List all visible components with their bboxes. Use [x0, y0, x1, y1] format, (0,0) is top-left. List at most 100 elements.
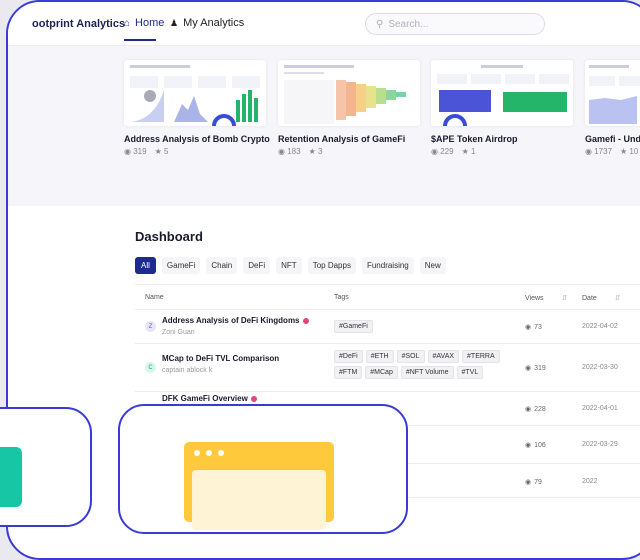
tab-nft[interactable]: NFT [276, 257, 302, 274]
user-icon: ♟ [170, 17, 179, 28]
tag[interactable]: #NFT Volume [400, 366, 454, 379]
row-date: 2022-03-30 [582, 364, 618, 371]
featured-section: Address Analysis of Bomb Crypto ◉ 319 ★ … [8, 46, 640, 206]
eye-icon: ◉ [124, 147, 131, 156]
star-icon: ★ [620, 147, 628, 156]
row-title[interactable]: Address Analysis of DeFi Kingdoms [162, 316, 309, 325]
dashboard-title: Dashboard [135, 229, 203, 244]
card-meta: ◉ 183 ★ 3 [278, 147, 420, 156]
row-title[interactable]: MCap to DeFi TVL Comparison [162, 354, 279, 363]
table-row[interactable]: C MCap to DeFi TVL Comparison captain ab… [135, 344, 640, 392]
card-meta: ◉ 229 ★ 1 [431, 147, 573, 156]
search-icon: ⚲ [376, 18, 384, 30]
category-tabs: All GameFi Chain DeFi NFT Top Dapps Fund… [135, 257, 446, 274]
featured-card[interactable]: Address Analysis of Bomb Crypto ◉ 319 ★ … [124, 60, 270, 156]
table-row[interactable]: Z Address Analysis of DeFi Kingdoms Zoni… [135, 310, 640, 344]
tag[interactable]: #SOL [396, 350, 425, 363]
tag[interactable]: #ETH [365, 350, 394, 363]
tab-fundraising[interactable]: Fundraising [361, 257, 414, 274]
tag[interactable]: #TERRA [462, 350, 500, 363]
card-thumbnail [278, 60, 420, 126]
nav-home-label: Home [135, 17, 165, 29]
stars-count: ★ 3 [308, 147, 323, 156]
featured-card[interactable]: $APE Token Airdrop ◉ 229 ★ 1 [431, 60, 573, 156]
row-tags: #GameFi [334, 320, 504, 333]
row-views: ◉ 79 [525, 478, 542, 487]
window-dot [206, 450, 212, 456]
row-views: ◉ 106 [525, 441, 546, 450]
tab-defi[interactable]: DeFi [243, 257, 271, 274]
eye-icon: ◉ [525, 406, 532, 413]
card-title: $APE Token Airdrop [431, 134, 518, 144]
overlay-card-illustration [118, 404, 408, 534]
row-date: 2022-04-02 [582, 323, 618, 330]
tag[interactable]: #DeFi [334, 350, 363, 363]
card-thumbnail [585, 60, 640, 126]
sort-icon: ⇵ [614, 295, 621, 302]
sort-icon: ⇵ [561, 295, 568, 302]
window-body [192, 470, 326, 530]
eye-icon: ◉ [278, 147, 285, 156]
stars-count: ★ 1 [461, 147, 476, 156]
column-name[interactable]: Name [145, 294, 164, 301]
row-views: ◉ 228 [525, 405, 546, 414]
eye-icon: ◉ [525, 479, 532, 486]
eye-icon: ◉ [525, 365, 532, 372]
overlay-card-left [0, 407, 92, 527]
tag[interactable]: #FTM [334, 366, 363, 379]
row-title[interactable]: DFK GameFi Overview [162, 394, 257, 403]
column-views[interactable]: Views ⇵ [525, 294, 567, 302]
row-date: 2022 [582, 478, 598, 485]
brand-logo[interactable]: ootprint Analytics [32, 18, 125, 30]
row-views: ◉ 319 [525, 364, 546, 373]
eye-icon: ◉ [525, 442, 532, 449]
row-date: 2022-03-29 [582, 441, 618, 448]
views-count: ◉ 1737 [585, 147, 613, 156]
nav-home[interactable]: ⌂ Home [124, 17, 164, 29]
tab-new[interactable]: New [419, 257, 446, 274]
tab-chain[interactable]: Chain [206, 257, 238, 274]
tag[interactable]: #MCap [365, 366, 398, 379]
tab-gamefi[interactable]: GameFi [161, 257, 201, 274]
nav-my-analytics[interactable]: ♟ My Analytics [170, 17, 244, 29]
thumbnail-graphic [130, 65, 260, 126]
top-navigation: ootprint Analytics ⌂ Home ♟ My Analytics… [8, 2, 640, 46]
row-views: ◉ 73 [525, 323, 542, 332]
row-author[interactable]: captain ablock k [162, 367, 212, 374]
home-icon: ⌂ [124, 17, 131, 29]
table-header: Name Tags Views ⇵ Date ⇵ [135, 284, 640, 310]
card-title: Address Analysis of Bomb Crypto [124, 134, 270, 144]
window-dot [218, 450, 224, 456]
card-title: Retention Analysis of GameFi [278, 134, 406, 144]
featured-card[interactable]: Gamefi - Under ◉ 1737 ★ 10 [585, 60, 640, 156]
views-count: ◉ 229 [431, 147, 454, 156]
stars-count: ★ 5 [154, 147, 169, 156]
card-thumbnail [124, 60, 266, 126]
tag[interactable]: #GameFi [334, 320, 373, 333]
featured-card[interactable]: Retention Analysis of GameFi ◉ 183 ★ 3 [278, 60, 420, 156]
card-meta: ◉ 1737 ★ 10 [585, 147, 640, 156]
tag[interactable]: #TVL [456, 366, 484, 379]
eye-icon: ◉ [585, 147, 592, 156]
badge-icon [302, 317, 309, 324]
tab-all[interactable]: All [135, 257, 156, 274]
nav-my-analytics-label: My Analytics [183, 17, 245, 29]
row-date: 2022-04-01 [582, 405, 618, 412]
views-count: ◉ 319 [124, 147, 147, 156]
card-thumbnail [431, 60, 573, 126]
avatar: Z [145, 321, 156, 332]
window-dot [194, 450, 200, 456]
column-date[interactable]: Date ⇵ [582, 294, 621, 302]
thumbnail-graphic [589, 65, 640, 124]
star-icon: ★ [461, 147, 469, 156]
views-count: ◉ 183 [278, 147, 301, 156]
tab-top-dapps[interactable]: Top Dapps [307, 257, 356, 274]
search-input[interactable]: ⚲ Search... [365, 13, 545, 35]
card-title: Gamefi - Under [585, 134, 640, 144]
row-author[interactable]: Zoni Guan [162, 329, 195, 336]
browser-window-illustration [184, 442, 334, 530]
tag[interactable]: #AVAX [427, 350, 460, 363]
row-tags: #DeFi #ETH #SOL #AVAX #TERRA #FTM #MCap … [334, 350, 504, 379]
eye-icon: ◉ [525, 324, 532, 331]
avatar: C [145, 362, 156, 373]
